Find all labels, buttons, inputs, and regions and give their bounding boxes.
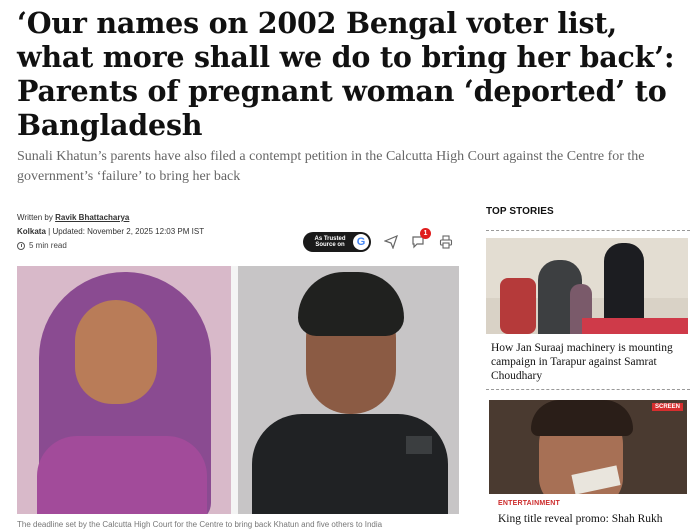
dateline: Kolkata | Updated: November 2, 2025 12:0… xyxy=(17,227,204,236)
trusted-source-button[interactable]: As Trusted Source on G xyxy=(303,232,371,252)
article-dek: Sunali Khatun’s parents have also filed … xyxy=(17,149,645,184)
article-headline: ‘Our names on 2002 Bengal voter list, wh… xyxy=(17,6,675,142)
share-icon[interactable] xyxy=(383,234,399,251)
clock-icon xyxy=(17,241,25,250)
photo-caption: The deadline set by the Calcutta High Co… xyxy=(17,520,383,529)
divider xyxy=(486,230,690,231)
photo-man xyxy=(238,266,459,514)
story-category[interactable]: ENTERTAINMENT xyxy=(498,500,560,507)
comment-count-badge: 1 xyxy=(420,228,431,239)
print-icon[interactable] xyxy=(438,235,454,251)
dateline-city: Kolkata xyxy=(17,227,46,236)
byline-prefix: Written by xyxy=(17,213,53,222)
screen-badge: SCREEN xyxy=(652,403,684,411)
read-time: 5 min read xyxy=(17,241,67,250)
story-link[interactable]: King title reveal promo: Shah Rukh xyxy=(498,512,688,526)
story-thumbnail[interactable]: SCREEN xyxy=(489,400,687,494)
photo-woman xyxy=(17,266,231,514)
story-link[interactable]: How Jan Suraaj machinery is mounting cam… xyxy=(491,341,681,383)
read-time-text: 5 min read xyxy=(29,241,67,250)
article-photo xyxy=(17,266,459,514)
trusted-source-label: As Trusted Source on xyxy=(314,235,346,249)
story-thumbnail[interactable] xyxy=(486,238,688,334)
author-link[interactable]: Ravik Bhattacharya xyxy=(55,213,129,222)
updated-timestamp: | Updated: November 2, 2025 12:03 PM IST xyxy=(48,227,205,236)
top-stories-sidebar: TOP STORIES xyxy=(486,206,690,217)
byline: Written by Ravik Bhattacharya xyxy=(17,212,129,224)
top-stories-heading: TOP STORIES xyxy=(486,206,554,217)
google-icon: G xyxy=(353,234,369,250)
divider xyxy=(486,389,690,390)
